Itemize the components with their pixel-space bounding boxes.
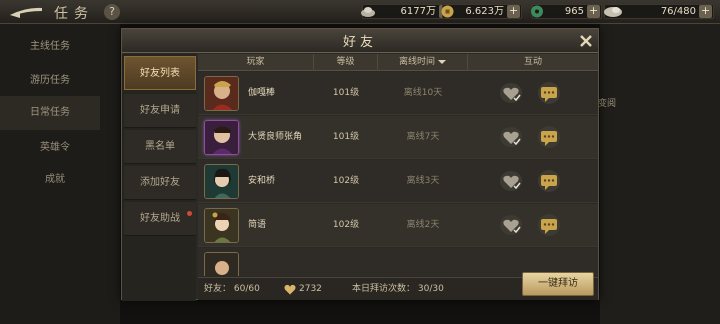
charm-value: 2732 [299, 284, 322, 294]
player-level: 102级 [332, 176, 360, 186]
send-heart-icon[interactable] [500, 171, 522, 191]
daily-visit-count: 本日拜访次数： 30/30 [352, 284, 444, 294]
sort-desc-icon [438, 59, 446, 64]
jade-resource: 965 + [531, 4, 602, 19]
add-gold-button[interactable]: + [507, 5, 520, 18]
back-button[interactable] [6, 3, 46, 21]
lady-portrait-icon [205, 165, 238, 198]
back-arrow-icon [10, 7, 42, 18]
table-header: 玩家 等级 离线时间 互动 [198, 54, 598, 71]
bg-nav-daily-quest[interactable]: 日常任务 [0, 96, 100, 130]
avatar[interactable] [204, 252, 239, 276]
chat-icon[interactable] [538, 214, 560, 236]
table-row[interactable]: 大贤良师张角 101级 离线7天 [198, 116, 598, 159]
bg-nav-main-quest[interactable]: 主线任务 [0, 30, 100, 64]
visit-all-button[interactable]: 一键拜访 [522, 272, 594, 296]
friends-dialog: 好友 好友列表 好友申请 黑名单 添加好友 好友助战 玩家 等级 离线时间 互动 [121, 28, 599, 301]
friends-tab-list: 好友列表 好友申请 黑名单 添加好友 好友助战 [122, 54, 196, 301]
player-level: 101级 [332, 132, 360, 142]
silver-ingot-icon [361, 7, 375, 17]
bg-nav-travel-quest[interactable]: 游历任务 [0, 64, 100, 98]
avatar[interactable] [204, 208, 239, 243]
dialog-title: 好友 [342, 35, 377, 50]
notification-dot [187, 211, 192, 216]
dialog-header: 好友 [122, 29, 598, 53]
col-offline-time[interactable]: 离线时间 [378, 54, 468, 71]
warrior-portrait-icon [205, 77, 238, 110]
col-level[interactable]: 等级 [314, 54, 378, 71]
gold-resource: 6.623万 + [441, 4, 522, 19]
maiden-portrait-icon [205, 209, 238, 242]
tab-add-friend[interactable]: 添加好友 [124, 166, 196, 200]
close-icon[interactable] [578, 33, 594, 49]
table-row[interactable]: 伽嘎棒 101级 离线10天 [198, 72, 598, 115]
hero-portrait-icon [205, 253, 238, 276]
offline-time: 离线3天 [406, 176, 440, 186]
tab-friend-requests[interactable]: 好友申请 [124, 94, 196, 128]
send-heart-icon[interactable] [500, 83, 522, 103]
background-right-panel [600, 24, 720, 324]
chat-icon[interactable] [538, 170, 560, 192]
help-button[interactable]: ? [104, 4, 120, 20]
tab-friend-list[interactable]: 好友列表 [124, 56, 196, 90]
bg-right-label: 变阅 [598, 99, 617, 109]
friends-footer: 好友： 60/60 2732 本日拜访次数： 30/30 一键拜访 [198, 272, 598, 300]
player-level: 101级 [332, 88, 360, 98]
bg-nav-achievement[interactable]: 成就 [0, 170, 110, 185]
avatar[interactable] [204, 164, 239, 199]
friend-count: 好友： 60/60 [204, 284, 260, 294]
avatar[interactable] [204, 76, 239, 111]
offline-time: 离线10天 [403, 88, 443, 98]
gold-coin-icon [441, 5, 454, 18]
send-heart-icon[interactable] [500, 215, 522, 235]
page-title: 任务 [54, 6, 94, 22]
col-player: 玩家 [198, 54, 314, 71]
table-row[interactable]: 安和桥 102级 离线3天 [198, 160, 598, 203]
add-jade-button[interactable]: + [587, 5, 600, 18]
tab-blacklist[interactable]: 黑名单 [124, 130, 196, 164]
stamina-icon [604, 7, 622, 17]
top-bar: 任务 ? 6177万 + 6.623万 + 965 + 76/480 + [0, 0, 720, 24]
sage-portrait-icon [205, 121, 238, 154]
add-stamina-button[interactable]: + [699, 5, 712, 18]
offline-time: 离线2天 [406, 220, 440, 230]
col-interact: 互动 [523, 57, 542, 67]
jade-icon [531, 5, 543, 18]
chat-icon[interactable] [538, 126, 560, 148]
tab-friend-assist[interactable]: 好友助战 [124, 202, 196, 236]
stamina-resource: 76/480 + [604, 4, 714, 19]
offline-time: 离线7天 [406, 132, 440, 142]
chat-icon[interactable] [538, 82, 560, 104]
player-level: 102级 [332, 220, 360, 230]
friend-table: 玩家 等级 离线时间 互动 伽嘎棒 101级 离线10天 大贤良师张角 101级… [198, 54, 598, 276]
charm-heart-icon [284, 284, 296, 295]
send-heart-icon[interactable] [500, 127, 522, 147]
table-row[interactable]: 简语 102级 离线2天 [198, 204, 598, 247]
bg-nav-hero-token[interactable]: 英雄令 [0, 138, 110, 153]
avatar[interactable] [204, 120, 239, 155]
